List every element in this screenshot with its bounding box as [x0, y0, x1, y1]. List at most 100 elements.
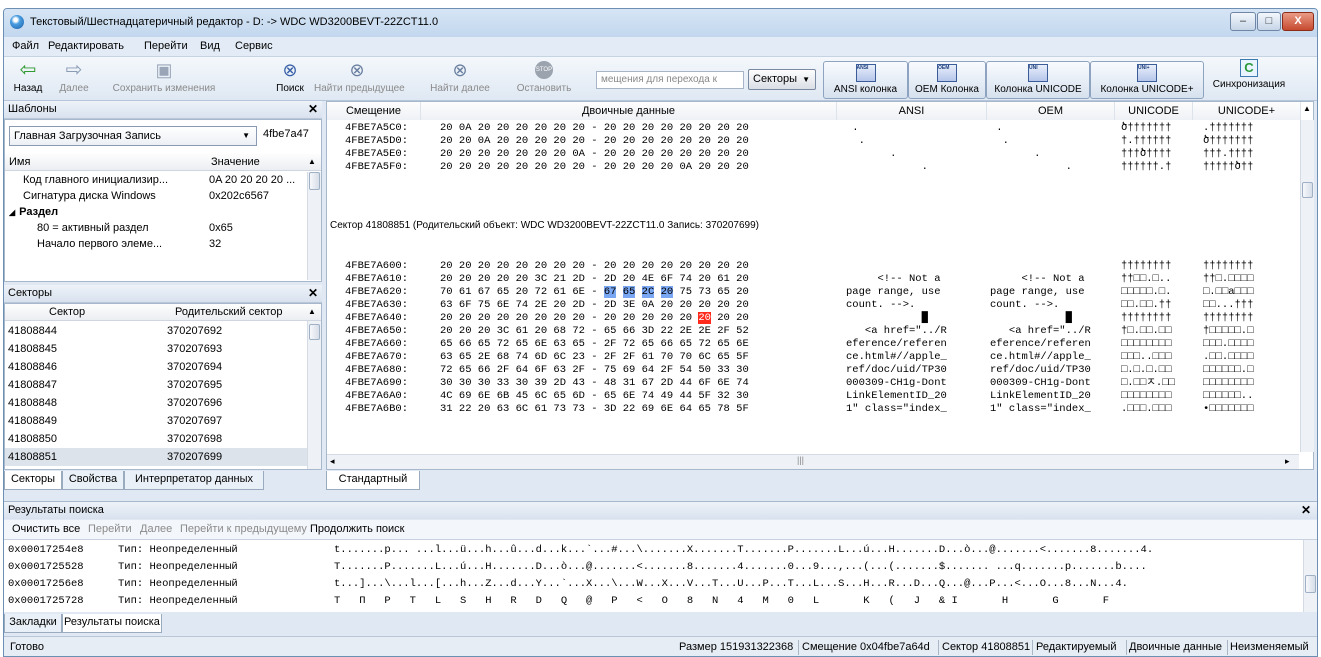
- save-changes-button[interactable]: ▣ Сохранить изменения: [108, 59, 220, 99]
- hex-unicode: †††ծ††††: [1121, 148, 1172, 160]
- scroll-up-icon[interactable]: ▲: [308, 154, 316, 170]
- menu-view[interactable]: Вид: [200, 40, 220, 52]
- scroll-up-icon[interactable]: ▲: [1303, 104, 1311, 113]
- hex-offset: 4FBE7A670:: [345, 351, 409, 363]
- template-row[interactable]: 80 = активный раздел 0x65: [37, 220, 307, 236]
- scroll-thumb[interactable]: [309, 172, 320, 190]
- templates-scrollbar[interactable]: [307, 172, 321, 280]
- close-button[interactable]: X: [1282, 12, 1314, 31]
- menu-edit[interactable]: Редактировать: [48, 40, 124, 52]
- scroll-thumb[interactable]: [309, 324, 320, 340]
- result-text: t...]...\...l...[...h...Z...d...Y...`...…: [334, 578, 1128, 590]
- menu-go[interactable]: Перейти: [144, 40, 188, 52]
- sectors-panel: Сектор Родительский сектор ▲ 41808844 370…: [4, 303, 322, 470]
- status-size: Размер 151931322368: [679, 641, 794, 653]
- oem-column-button[interactable]: OEM OEM Колонка: [908, 61, 986, 99]
- hex-bytes: 63 6F 75 6E 74 2E 20 2D - 2D 3E 0A 20 20…: [440, 299, 749, 311]
- find-next-button[interactable]: ⊗ Найти далее: [428, 59, 492, 99]
- stop-button[interactable]: STOP Остановить: [514, 59, 574, 99]
- goto-previous-button[interactable]: Перейти к предыдущему: [180, 523, 307, 535]
- back-arrow-icon: ⇦: [19, 59, 37, 81]
- result-address[interactable]: 0x00017254e8: [8, 542, 84, 559]
- col-unicode-header[interactable]: UNICODE: [1115, 102, 1193, 120]
- sector-row[interactable]: 41808851 370207699: [5, 448, 307, 466]
- unicode-plus-column-button[interactable]: UNI+ Колонка UNICODE+: [1090, 61, 1204, 99]
- back-button[interactable]: ⇦ Назад: [8, 59, 48, 99]
- tab-search-results[interactable]: Результаты поиска: [62, 614, 162, 633]
- sync-button[interactable]: C Синхронизация: [1210, 59, 1288, 99]
- sector-row[interactable]: 41808847 370207695: [5, 376, 307, 394]
- hex-offset: 4FBE7A610:: [345, 273, 409, 285]
- unicode-column-button[interactable]: UNI Колонка UNICODE: [986, 61, 1090, 99]
- hex-unicode-plus: ††††††††: [1203, 312, 1254, 324]
- search-scrollbar[interactable]: [1303, 540, 1317, 612]
- hex-ansi: eference/referen: [846, 338, 947, 350]
- unicode-column-icon: UNI: [1028, 64, 1048, 82]
- result-address[interactable]: 0x00017256e8: [8, 576, 84, 593]
- tab-properties[interactable]: Свойства: [62, 471, 124, 490]
- col-unicode-plus-header[interactable]: UNICODE+: [1193, 102, 1301, 120]
- hex-view[interactable]: Смещение Двоичные данные ANSI OEM UNICOD…: [326, 101, 1314, 470]
- scroll-thumb[interactable]: [1305, 575, 1316, 593]
- find-previous-button[interactable]: ⊗ Найти предыдущее: [314, 59, 405, 99]
- goto-button[interactable]: Перейти: [88, 523, 132, 535]
- close-icon[interactable]: ✕: [308, 285, 318, 302]
- col-binary-header[interactable]: Двоичные данные: [421, 102, 837, 120]
- tab-standard[interactable]: Стандартный: [326, 471, 420, 490]
- close-icon[interactable]: ✕: [308, 101, 318, 118]
- ansi-column-button[interactable]: ANSI ANSI колонка: [823, 61, 908, 99]
- tab-sectors[interactable]: Секторы: [4, 471, 62, 490]
- sector-row[interactable]: 41808848 370207696: [5, 394, 307, 412]
- scroll-left-icon[interactable]: ◂: [330, 456, 335, 467]
- sector-row[interactable]: 41808849 370207697: [5, 412, 307, 430]
- search-button[interactable]: ⊗ Поиск: [272, 59, 308, 99]
- template-row-section[interactable]: ◢ Раздел: [9, 204, 299, 220]
- sector-number: 41808848: [8, 397, 57, 409]
- hex-ansi: █: [846, 312, 947, 324]
- sectors-dropdown[interactable]: Секторы ▼: [748, 69, 816, 90]
- hex-offset: 4FBE7A5D0:: [345, 135, 409, 147]
- scroll-thumb[interactable]: [1302, 182, 1313, 198]
- collapse-triangle-icon[interactable]: ◢: [9, 208, 15, 217]
- goto-offset-input[interactable]: мещения для перехода к: [596, 71, 744, 89]
- hex-unicode-plus: ††□.□□□□: [1203, 273, 1254, 285]
- col-offset-header[interactable]: Смещение: [327, 102, 421, 120]
- sector-row[interactable]: 41808844 370207692: [5, 322, 307, 340]
- template-row[interactable]: Код главного инициализир... 0A 20 20 20 2…: [23, 172, 303, 188]
- clear-all-button[interactable]: Очистить все: [12, 523, 80, 535]
- left-tabs: Секторы Свойства Интерпретатор данных: [4, 471, 322, 491]
- hex-bytes: 63 65 2E 68 74 6D 6C 23 - 2F 2F 61 70 70…: [440, 351, 749, 363]
- hex-hscrollbar[interactable]: ◂ ||| ▸: [327, 454, 1299, 469]
- scroll-grip-icon[interactable]: |||: [797, 455, 804, 465]
- template-row[interactable]: Начало первого элеме... 32: [37, 236, 307, 252]
- maximize-button[interactable]: □: [1257, 12, 1281, 31]
- continue-search-button[interactable]: Продолжить поиск: [310, 523, 404, 535]
- template-row[interactable]: Сигнатура диска Windows 0x202c6567: [23, 188, 303, 204]
- tab-bookmarks[interactable]: Закладки: [4, 614, 62, 633]
- minimize-button[interactable]: –: [1230, 12, 1256, 31]
- result-address[interactable]: 0x0001725728: [8, 593, 84, 610]
- menu-file[interactable]: Файл: [12, 40, 39, 52]
- menu-tools[interactable]: Сервис: [235, 40, 273, 52]
- close-icon[interactable]: ✕: [1301, 502, 1311, 519]
- template-select[interactable]: Главная Загрузочная Запись ▼: [9, 126, 257, 146]
- sectors-scrollbar[interactable]: [307, 321, 321, 469]
- result-address[interactable]: 0x0001725528: [8, 559, 84, 576]
- chevron-down-icon: ▼: [242, 131, 250, 140]
- forward-button[interactable]: ⇨ Далее: [54, 59, 94, 99]
- hex-scrollbar[interactable]: [1300, 120, 1314, 452]
- col-ansi-header[interactable]: ANSI: [837, 102, 987, 120]
- tab-data-interpreter[interactable]: Интерпретатор данных: [124, 471, 264, 490]
- scroll-right-icon[interactable]: ▸: [1285, 456, 1290, 467]
- sector-row[interactable]: 41808846 370207694: [5, 358, 307, 376]
- next-button[interactable]: Далее: [140, 523, 172, 535]
- col-oem-header[interactable]: OEM: [987, 102, 1115, 120]
- result-text: T П P T L S H R D Q @ P < O 8 N 4 M 0 L …: [334, 595, 1110, 607]
- sector-row[interactable]: 41808845 370207693: [5, 340, 307, 358]
- sector-number: 41808844: [8, 325, 57, 337]
- sector-row[interactable]: 41808850 370207698: [5, 430, 307, 448]
- scroll-up-icon[interactable]: ▲: [308, 304, 316, 320]
- hex-bytes: 20 20 20 20 20 20 20 20 - 20 20 20 20 20…: [440, 260, 749, 272]
- sector-number: 41808849: [8, 415, 57, 427]
- hex-offset: 4FBE7A6A0:: [345, 390, 409, 402]
